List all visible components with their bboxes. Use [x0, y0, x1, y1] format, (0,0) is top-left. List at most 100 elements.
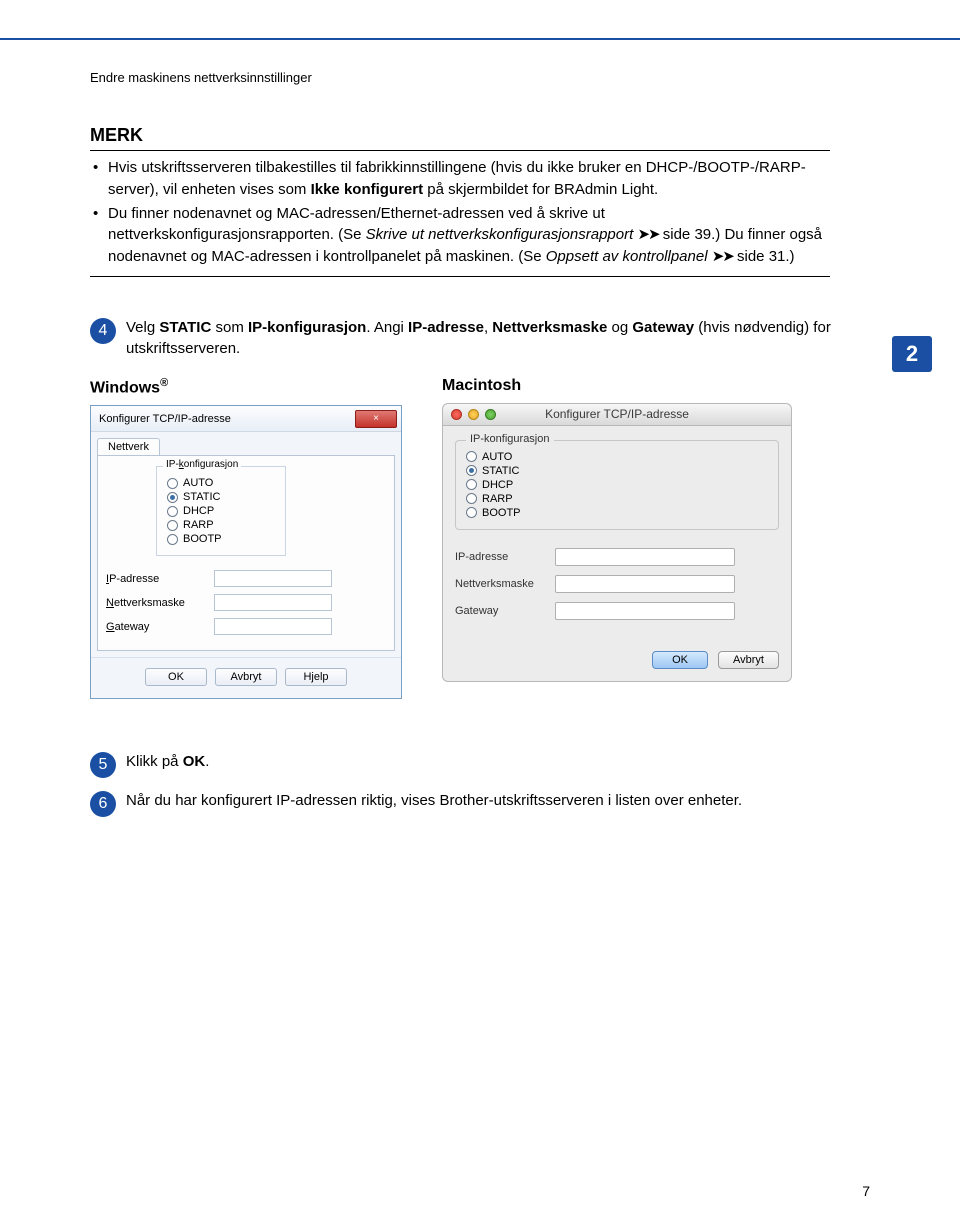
- gateway-input[interactable]: [214, 618, 332, 635]
- mac-radio-static[interactable]: STATIC: [466, 465, 768, 477]
- help-button[interactable]: Hjelp: [285, 668, 347, 686]
- s5-a: Klikk på: [126, 753, 183, 770]
- mac-radio-auto[interactable]: AUTO: [466, 451, 768, 463]
- breadcrumb: Endre maskinens nettverksinnstillinger: [90, 70, 870, 85]
- radio-icon: [466, 479, 477, 490]
- radio-icon: [167, 492, 178, 503]
- netmask-input[interactable]: [214, 594, 332, 611]
- radio-icon: [466, 465, 477, 476]
- merk2-d: Oppsett av kontrollpanel: [546, 248, 708, 265]
- radio-dhcp[interactable]: DHCP: [167, 505, 277, 517]
- windows-dialog: Konfigurer TCP/IP-adresse × Nettverk IP-…: [90, 405, 402, 699]
- radio-rarp[interactable]: RARP: [167, 519, 277, 531]
- radio-auto-label: AUTO: [183, 477, 213, 489]
- radio-auto[interactable]: AUTO: [167, 477, 277, 489]
- radio-rarp-label: RARP: [183, 519, 214, 531]
- mac-ip-config-legend: IP-konfigurasjon: [466, 433, 554, 445]
- step-5-badge: 5: [90, 752, 116, 778]
- mac-cancel-button[interactable]: Avbryt: [718, 651, 779, 669]
- win-tab-panel: IP-konfigurasjon AUTO STATIC DHCP RARP B…: [97, 455, 395, 651]
- s5-c: .: [205, 753, 209, 770]
- merk2-e: side 31.): [733, 248, 795, 265]
- radio-icon: [466, 493, 477, 504]
- radio-static[interactable]: STATIC: [167, 491, 277, 503]
- s4-j: Gateway: [632, 319, 694, 336]
- s4-h: Nettverksmaske: [492, 319, 607, 336]
- ip-config-group: IP-konfigurasjon AUTO STATIC DHCP RARP B…: [156, 466, 286, 556]
- mac-radio-bootp[interactable]: BOOTP: [466, 507, 768, 519]
- ip-config-legend: IP-konfigurasjon: [163, 459, 241, 470]
- ok-button[interactable]: OK: [145, 668, 207, 686]
- radio-icon: [466, 507, 477, 518]
- mac-mask-label: Nettverksmaske: [455, 578, 555, 590]
- step-5-text: Klikk på OK.: [126, 751, 870, 778]
- ip-address-label: IP-adresse: [106, 573, 206, 585]
- tab-nettverk[interactable]: Nettverk: [97, 438, 160, 455]
- registered-icon: ®: [160, 377, 168, 389]
- s4-f: IP-adresse: [408, 319, 484, 336]
- windows-label: Windows®: [90, 377, 402, 397]
- mac-ok-button[interactable]: OK: [652, 651, 708, 669]
- win-titlebar: Konfigurer TCP/IP-adresse ×: [91, 406, 401, 432]
- ip-address-input[interactable]: [214, 570, 332, 587]
- windows-text: Windows: [90, 379, 160, 396]
- merk-heading: MERK: [90, 125, 870, 146]
- chapter-badge: 2: [892, 336, 932, 372]
- mac-gw-input[interactable]: [555, 602, 735, 620]
- mac-title: Konfigurer TCP/IP-adresse: [443, 407, 791, 421]
- mac-static-label: STATIC: [482, 465, 519, 477]
- mac-dialog: Konfigurer TCP/IP-adresse IP-konfigurasj…: [442, 403, 792, 682]
- s5-b: OK: [183, 753, 206, 770]
- bullet-icon: •: [90, 157, 108, 201]
- s4-e: . Angi: [366, 319, 408, 336]
- mac-mask-input[interactable]: [555, 575, 735, 593]
- radio-bootp[interactable]: BOOTP: [167, 533, 277, 545]
- arrow-icon: ➤➤: [712, 248, 733, 265]
- bullet-icon: •: [90, 203, 108, 268]
- step-4-badge: 4: [90, 318, 116, 344]
- radio-icon: [167, 478, 178, 489]
- netmask-label: Nettverksmaske: [106, 597, 206, 609]
- mac-ip-input[interactable]: [555, 548, 735, 566]
- top-rule: [0, 38, 960, 40]
- radio-icon: [167, 520, 178, 531]
- merk1-c: på skjermbildet for BRAdmin Light.: [423, 181, 658, 198]
- mac-radio-dhcp[interactable]: DHCP: [466, 479, 768, 491]
- merk2-b: Skrive ut nettverkskonfigurasjonsrapport: [366, 226, 634, 243]
- mac-radio-rarp[interactable]: RARP: [466, 493, 768, 505]
- gateway-label: Gateway: [106, 621, 206, 633]
- step-6-badge: 6: [90, 791, 116, 817]
- win-title: Konfigurer TCP/IP-adresse: [99, 413, 231, 425]
- merk-note-box: • Hvis utskriftsserveren tilbakestilles …: [90, 151, 830, 276]
- radio-dhcp-label: DHCP: [183, 505, 214, 517]
- radio-static-label: STATIC: [183, 491, 220, 503]
- mac-bootp-label: BOOTP: [482, 507, 521, 519]
- arrow-icon: ➤➤: [637, 226, 658, 243]
- cancel-button[interactable]: Avbryt: [215, 668, 277, 686]
- merk1-b: Ikke konfigurert: [311, 181, 424, 198]
- mac-gw-label: Gateway: [455, 605, 555, 617]
- s4-i: og: [607, 319, 632, 336]
- s4-b: STATIC: [159, 319, 211, 336]
- mac-dhcp-label: DHCP: [482, 479, 513, 491]
- macintosh-label: Macintosh: [442, 377, 792, 395]
- radio-bootp-label: BOOTP: [183, 533, 222, 545]
- mac-rarp-label: RARP: [482, 493, 513, 505]
- step-4-text: Velg STATIC som IP-konfigurasjon. Angi I…: [126, 317, 870, 359]
- s4-d: IP-konfigurasjon: [248, 319, 366, 336]
- close-button[interactable]: ×: [355, 410, 397, 428]
- s4-c: som: [211, 319, 248, 336]
- radio-icon: [466, 451, 477, 462]
- s4-a: Velg: [126, 319, 159, 336]
- mac-auto-label: AUTO: [482, 451, 512, 463]
- mac-ip-config-group: IP-konfigurasjon AUTO STATIC DHCP RARP B…: [455, 440, 779, 530]
- merk-rule-bot: [90, 276, 830, 277]
- radio-icon: [167, 534, 178, 545]
- step-6-text: Når du har konfigurert IP-adressen rikti…: [126, 790, 870, 817]
- mac-ip-label: IP-adresse: [455, 551, 555, 563]
- page-number: 7: [862, 1183, 870, 1199]
- mac-titlebar: Konfigurer TCP/IP-adresse: [443, 404, 791, 426]
- merk-bullet-1: Hvis utskriftsserveren tilbakestilles ti…: [108, 157, 830, 201]
- radio-icon: [167, 506, 178, 517]
- merk-bullet-2: Du finner nodenavnet og MAC-adressen/Eth…: [108, 203, 830, 268]
